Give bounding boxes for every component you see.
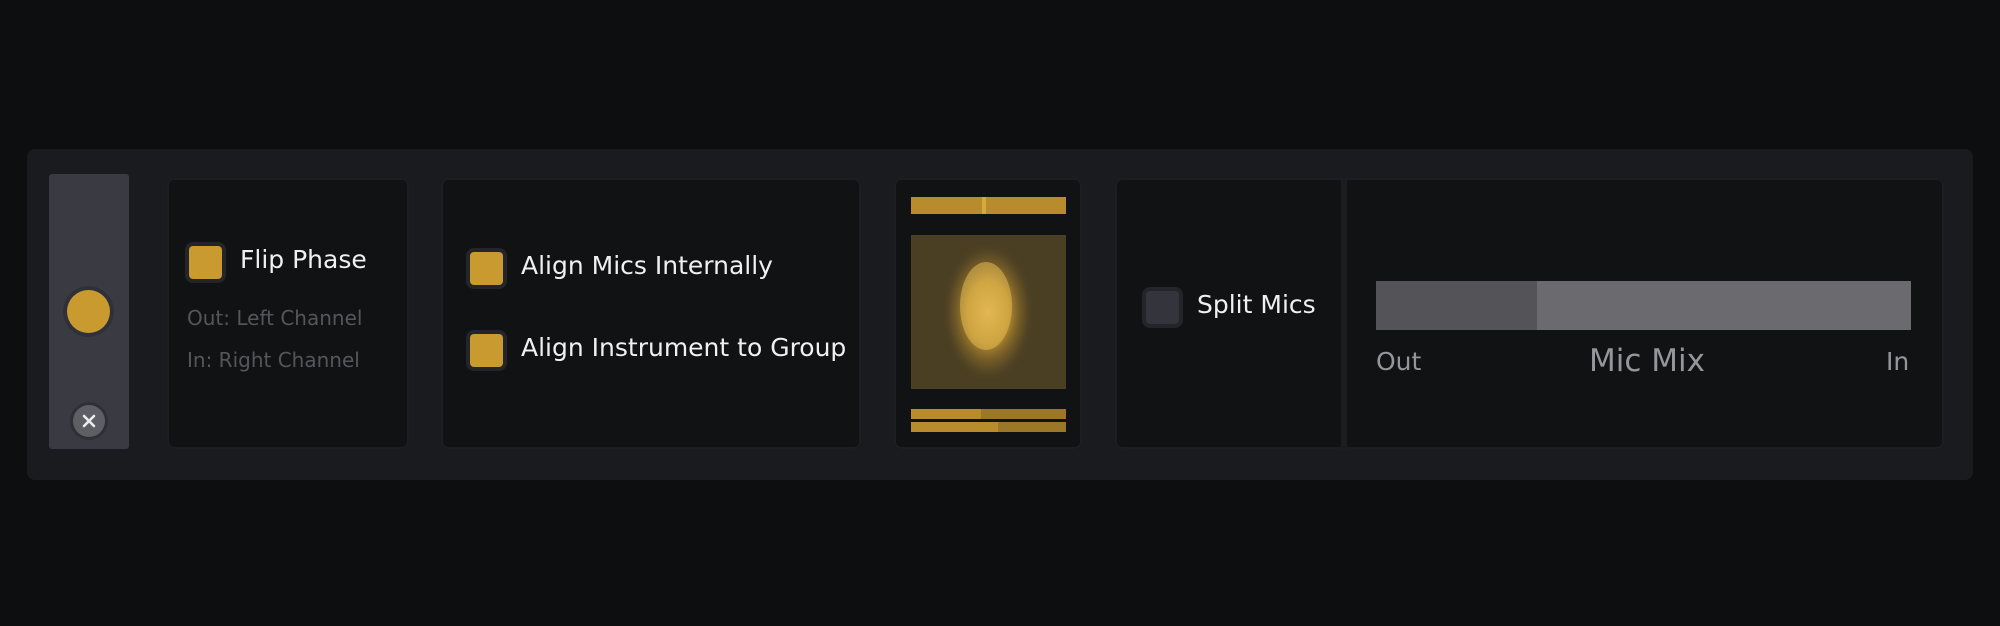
flip-phase-panel: Flip Phase Out: Left Channel In: Right C… [167,178,409,449]
mic-mix-out-label: Out [1376,347,1422,376]
bottom-meter [911,409,1066,432]
mic-mix-slider[interactable] [1376,281,1911,330]
mic-mix-in-label: In [1886,347,1910,376]
flip-phase-out-text: Out: Left Channel [187,306,363,330]
align-panel: Align Mics Internally Align Instrument t… [441,178,861,449]
close-button[interactable] [73,405,105,437]
mic-mix-fill [1376,281,1537,330]
phase-scope-panel [894,178,1082,449]
split-mics-checkbox[interactable] [1146,291,1179,324]
scope-display [911,235,1066,389]
close-icon [82,414,96,428]
align-instrument-to-group-label: Align Instrument to Group [521,333,847,362]
flip-phase-label: Flip Phase [240,245,367,274]
split-mics-label: Split Mics [1197,290,1316,319]
knob-icon[interactable] [67,290,110,333]
align-instrument-to-group-checkbox[interactable] [470,334,503,367]
panel-divider [1341,178,1347,449]
flip-phase-in-text: In: Right Channel [187,348,360,372]
align-mics-internally-checkbox[interactable] [470,252,503,285]
align-mics-internally-label: Align Mics Internally [521,251,773,280]
side-handle[interactable] [49,174,129,449]
top-meter [911,197,1066,214]
phase-scope [911,197,1066,432]
mic-mix-title: Mic Mix [1589,343,1705,379]
flip-phase-checkbox[interactable] [189,246,222,279]
